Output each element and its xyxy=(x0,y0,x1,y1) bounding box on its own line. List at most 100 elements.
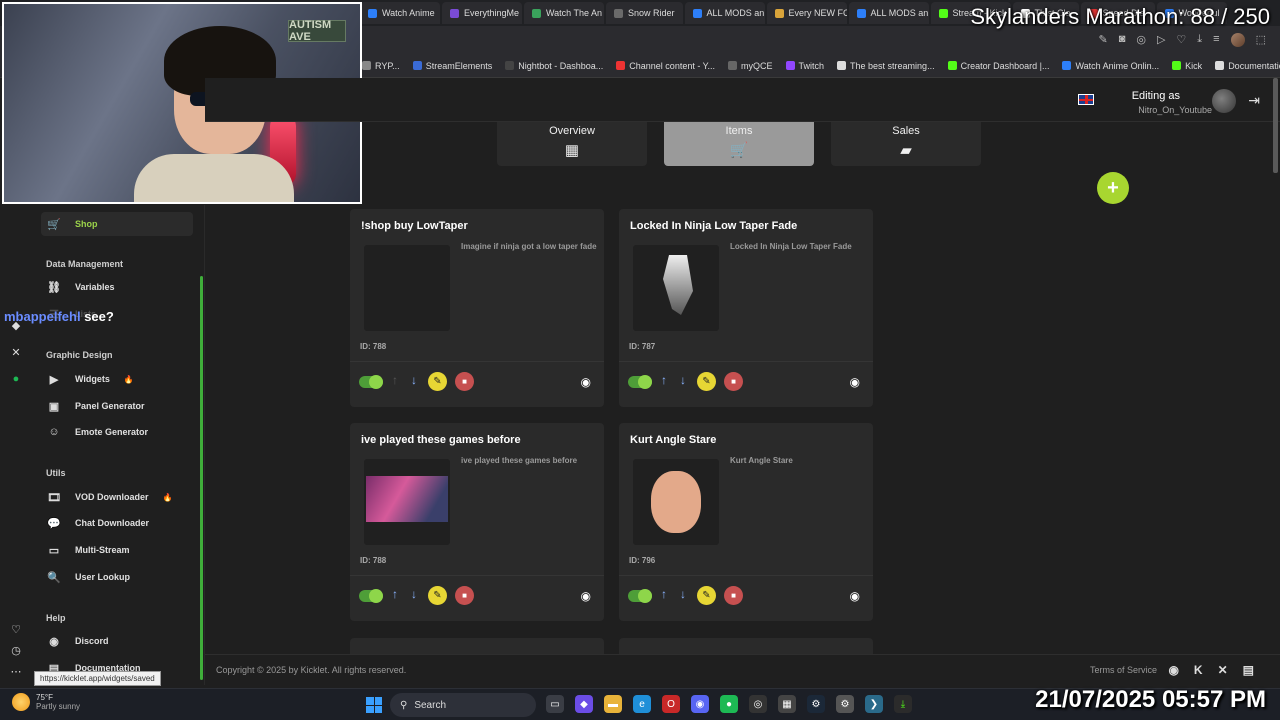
app-header: Editing as Nitro_On_Youtube ⇥ xyxy=(205,78,1280,122)
terms-link[interactable]: Terms of Service xyxy=(1090,665,1157,675)
browser-tab[interactable]: Watch Anime xyxy=(360,2,440,24)
enabled-toggle[interactable] xyxy=(359,589,383,603)
document-icon[interactable]: ▤ xyxy=(1243,663,1254,677)
sidebar-item-discord[interactable]: ◉ Discord xyxy=(41,629,193,653)
bookmark-item[interactable]: Nightbot - Dashboa... xyxy=(505,61,603,71)
tab-overview[interactable]: Overview ▦ xyxy=(497,122,647,166)
move-up-arrow-icon[interactable]: ↑ xyxy=(661,373,667,387)
browser-tab[interactable]: ALL MODS an xyxy=(848,2,929,24)
copilot-icon[interactable]: ◆ xyxy=(575,695,593,713)
kick-icon[interactable]: K xyxy=(1194,663,1203,677)
task-view-icon[interactable]: ▭ xyxy=(546,695,564,713)
vscode-icon[interactable]: ❯ xyxy=(865,695,883,713)
edit-pencil-icon[interactable]: ✎ xyxy=(697,586,716,605)
windows-start-icon[interactable] xyxy=(366,697,382,713)
move-down-arrow-icon[interactable]: ↓ xyxy=(680,587,686,601)
sidebar-item-widgets[interactable]: ▶ Widgets 🔥 xyxy=(41,367,193,391)
move-down-arrow-icon[interactable]: ↓ xyxy=(411,587,417,601)
move-down-arrow-icon[interactable]: ↓ xyxy=(680,373,686,387)
spotify-icon[interactable]: ● xyxy=(6,369,26,389)
bookmark-item[interactable]: myQCE xyxy=(728,61,773,71)
user-avatar[interactable] xyxy=(1212,89,1236,113)
x-icon[interactable]: ✕ xyxy=(6,342,26,362)
tab-sales[interactable]: Sales ▰ xyxy=(831,122,981,166)
enabled-toggle[interactable] xyxy=(359,375,383,389)
bookmark-item[interactable]: Watch Anime Onlin... xyxy=(1062,61,1159,71)
clock-icon[interactable]: ◷ xyxy=(6,640,26,660)
browser-tab[interactable]: Every NEW FC xyxy=(766,2,847,24)
obs-icon[interactable]: ◎ xyxy=(749,695,767,713)
shield-icon[interactable]: ◎ xyxy=(1136,33,1146,47)
item-thumbnail xyxy=(633,459,719,545)
edit-pencil-icon[interactable]: ✎ xyxy=(697,372,716,391)
visibility-eye-icon[interactable]: ◉ xyxy=(581,589,591,603)
more-icon[interactable]: ⋯ xyxy=(6,661,26,681)
settings-icon[interactable]: ⚙ xyxy=(836,695,854,713)
browser-tab[interactable]: EverythingMe xyxy=(442,2,522,24)
sidebar-item-vod-downloader[interactable]: 🎞 VOD Downloader 🔥 xyxy=(41,485,193,509)
discord-icon[interactable]: ◉ xyxy=(691,695,709,713)
move-up-arrow-icon[interactable]: ↑ xyxy=(392,587,398,601)
visibility-eye-icon[interactable]: ◉ xyxy=(850,375,860,389)
discord-icon[interactable]: ◉ xyxy=(1168,663,1178,677)
edit-icon[interactable]: ✎ xyxy=(1098,33,1107,47)
move-down-arrow-icon[interactable]: ↓ xyxy=(411,373,417,387)
heart-icon[interactable]: ♡ xyxy=(6,619,26,639)
camera-icon[interactable]: ◙ xyxy=(1119,33,1126,47)
heart-icon[interactable]: ♡ xyxy=(1176,33,1186,47)
bookmark-label: myQCE xyxy=(741,60,773,71)
bookmark-item[interactable]: Channel content - Y... xyxy=(616,61,715,71)
sidebar-scrollbar[interactable] xyxy=(200,276,203,680)
bookmark-item[interactable]: The best streaming... xyxy=(837,61,935,71)
delete-trash-icon[interactable]: ■ xyxy=(455,586,474,605)
enabled-toggle[interactable] xyxy=(628,589,652,603)
logout-icon[interactable]: ⇥ xyxy=(1248,92,1260,109)
delete-trash-icon[interactable]: ■ xyxy=(724,586,743,605)
sidebar-item-multi-stream[interactable]: ▭ Multi-Stream xyxy=(41,538,193,562)
bookmark-item[interactable]: Documentation | Bo... xyxy=(1215,61,1280,71)
move-up-arrow-icon[interactable]: ↑ xyxy=(392,373,398,387)
edit-pencil-icon[interactable]: ✎ xyxy=(428,586,447,605)
sidebar-item-user-lookup[interactable]: 🔍 User Lookup xyxy=(41,565,193,589)
steam-icon[interactable]: ⚙ xyxy=(807,695,825,713)
play-icon[interactable]: ▷ xyxy=(1157,33,1165,47)
delete-trash-icon[interactable]: ■ xyxy=(724,372,743,391)
page-scrollbar[interactable] xyxy=(1273,78,1278,173)
app-icon[interactable]: ▦ xyxy=(778,695,796,713)
browser-tab[interactable]: Snow Rider xyxy=(606,2,683,24)
download-icon[interactable]: ⤓ xyxy=(1197,33,1202,47)
bookmark-item[interactable]: Creator Dashboard |... xyxy=(947,61,1049,71)
sidebar-item-variables[interactable]: ⛓ Variables xyxy=(41,275,193,299)
bookmark-item[interactable]: Kick xyxy=(1172,61,1202,71)
sidebar-item-shop[interactable]: 🛒 Shop xyxy=(41,212,193,236)
bookmark-item[interactable]: RYP... xyxy=(362,61,400,71)
visibility-eye-icon[interactable]: ◉ xyxy=(581,375,591,389)
weather-widget[interactable]: 75°F Partly sunny xyxy=(12,693,80,711)
menu-icon[interactable]: ≡ xyxy=(1213,33,1219,47)
sidebar-item-chat-downloader[interactable]: 💬 Chat Downloader xyxy=(41,511,193,535)
profile-avatar[interactable] xyxy=(1230,33,1245,47)
move-up-arrow-icon[interactable]: ↑ xyxy=(661,587,667,601)
browser-tab[interactable]: ALL MODS an xyxy=(684,2,765,24)
download-icon[interactable]: ⤓ xyxy=(894,695,912,713)
spotify-icon[interactable]: ● xyxy=(720,695,738,713)
x-icon[interactable]: ✕ xyxy=(1218,663,1228,677)
edge-icon[interactable]: e xyxy=(633,695,651,713)
edit-pencil-icon[interactable]: ✎ xyxy=(428,372,447,391)
taskbar-search[interactable]: ⚲ Search xyxy=(390,693,536,717)
browser-tab[interactable]: Watch The An xyxy=(524,2,604,24)
opera-icon[interactable]: O xyxy=(662,695,680,713)
bookmark-item[interactable]: Twitch xyxy=(785,61,824,71)
enabled-toggle[interactable] xyxy=(628,375,652,389)
add-item-button[interactable]: + xyxy=(1097,172,1129,204)
sidebar-item-emote-generator[interactable]: ☺ Emote Generator xyxy=(41,420,193,444)
delete-trash-icon[interactable]: ■ xyxy=(455,372,474,391)
file-explorer-icon[interactable]: ▬ xyxy=(604,695,622,713)
visibility-eye-icon[interactable]: ◉ xyxy=(850,589,860,603)
language-flag-icon[interactable] xyxy=(1078,94,1094,105)
chat-bubble-icon: 💬 xyxy=(47,517,61,530)
bookmark-item[interactable]: StreamElements xyxy=(412,61,492,71)
sidebar-item-panel-generator[interactable]: ▣ Panel Generator xyxy=(41,394,193,418)
tab-items[interactable]: Items 🛒 xyxy=(664,122,814,166)
extension-icon[interactable]: ⬚ xyxy=(1256,33,1266,47)
